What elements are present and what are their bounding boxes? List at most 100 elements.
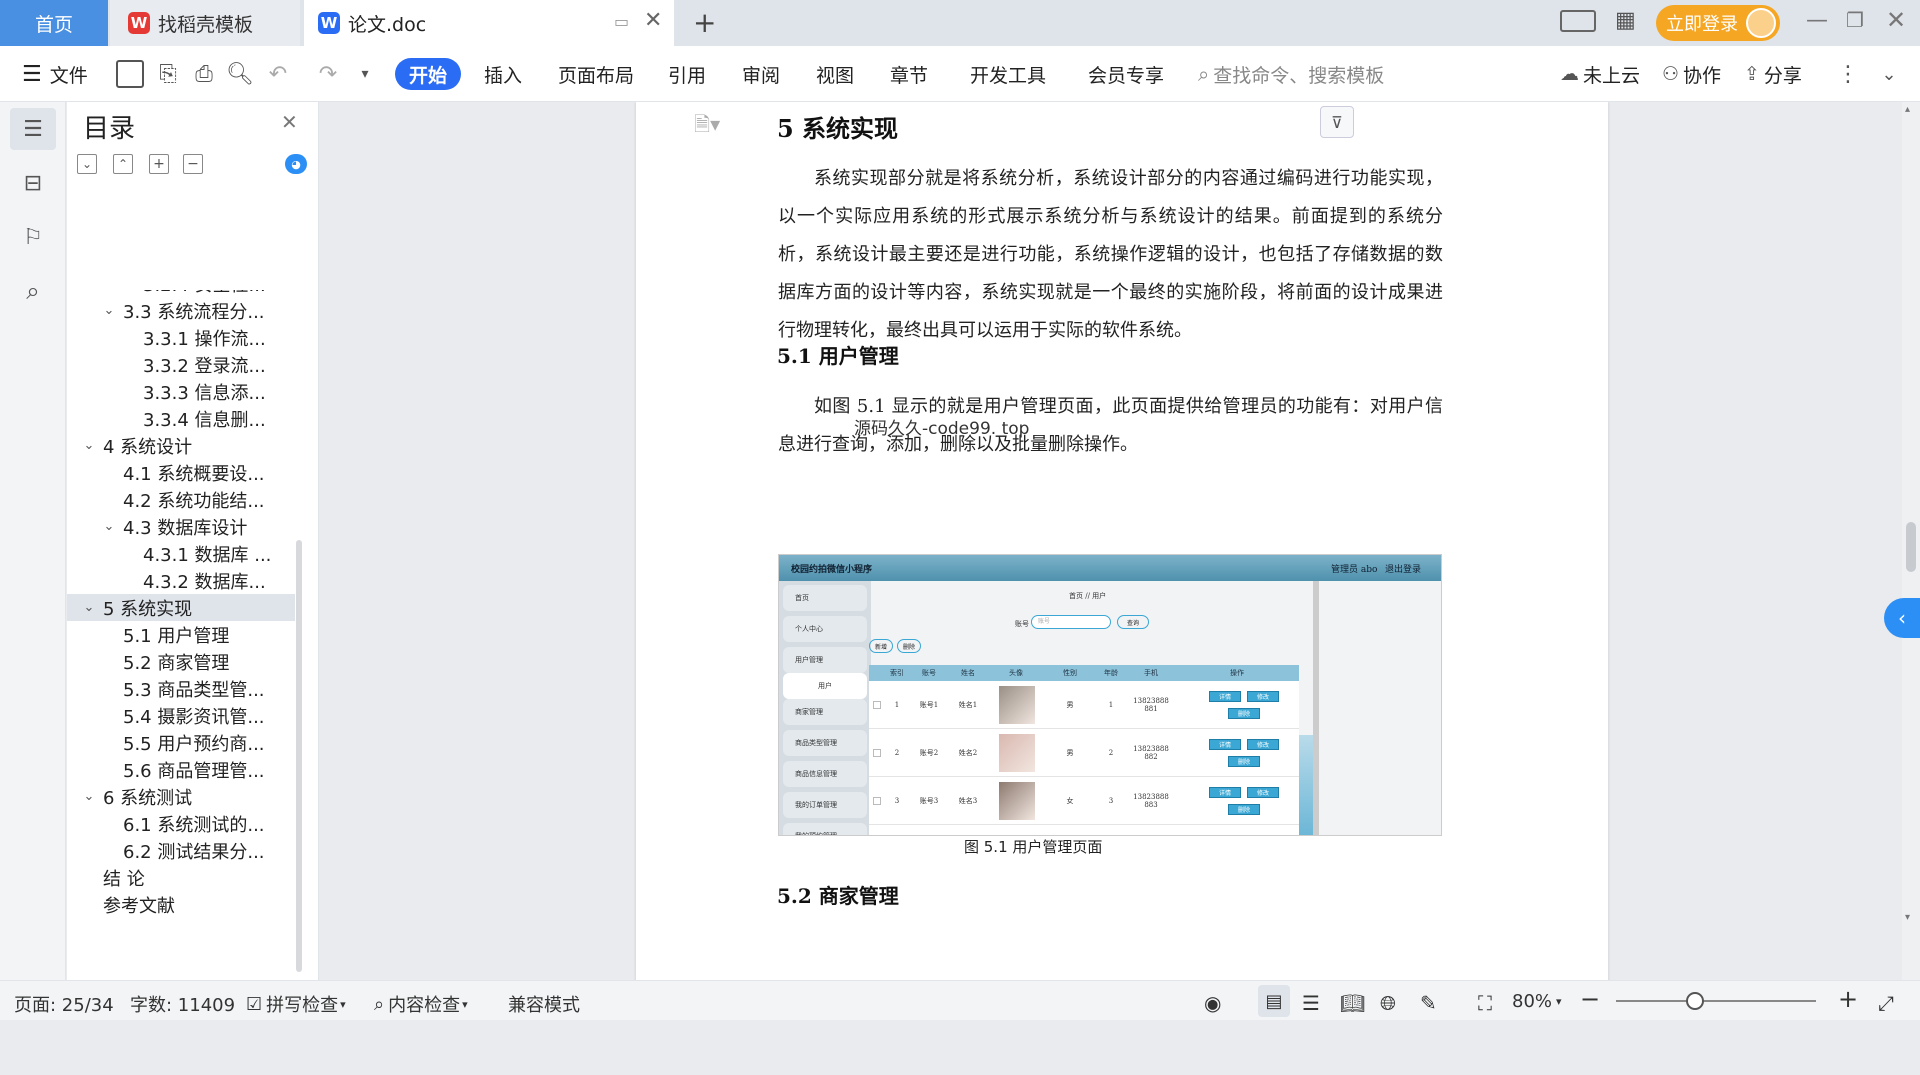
export-pdf-icon[interactable]: ⎘ <box>154 60 182 88</box>
tab-view[interactable]: 视图 <box>816 60 854 88</box>
tab-chapter[interactable]: 章节 <box>890 60 928 88</box>
bookmark-icon[interactable]: ⚐ <box>10 216 56 258</box>
print-preview-icon[interactable]: 🔍︎ <box>226 60 254 88</box>
file-menu[interactable]: ☰ 文件 <box>22 60 88 88</box>
page-indicator[interactable]: 页面: 25/34 <box>14 991 114 1017</box>
side-panel-toggle[interactable]: ‹ <box>1884 598 1920 638</box>
toc-item[interactable]: 4.3.2 数据库... <box>67 567 295 594</box>
zoom-slider-thumb[interactable] <box>1686 992 1704 1010</box>
add-level-icon[interactable]: + <box>149 154 169 174</box>
tab-review[interactable]: 审阅 <box>742 60 780 88</box>
share-button[interactable]: ⇪ 分享 <box>1744 60 1802 88</box>
close-tab-icon[interactable]: ✕ <box>644 8 662 33</box>
tab-home[interactable]: 首页 <box>0 0 108 46</box>
command-search[interactable]: ⌕ 查找命令、搜索模板 <box>1198 60 1384 88</box>
scroll-down-icon[interactable]: ▾ <box>1905 912 1910 923</box>
tab-references[interactable]: 引用 <box>668 60 706 88</box>
chapter-nav-icon[interactable]: ⊟ <box>10 162 56 204</box>
chevron-down-icon[interactable]: ⌄ <box>101 519 117 534</box>
fullscreen-icon[interactable]: ⤢ <box>1878 991 1894 1015</box>
toc-item[interactable]: ⌄ 5 系统实现 <box>67 594 295 621</box>
scroll-up-icon[interactable]: ▴ <box>1905 104 1910 115</box>
layout-icon[interactable] <box>1560 10 1596 32</box>
ai-assistant-icon[interactable]: ◕ <box>285 154 307 174</box>
pen-icon[interactable]: ✎ <box>1420 991 1437 1015</box>
more-icon[interactable]: ⋮ <box>1837 60 1859 88</box>
zoom-level[interactable]: 80% ▾ <box>1512 991 1562 1012</box>
minimize-icon[interactable]: — <box>1806 8 1828 33</box>
toc-item[interactable]: ⌄ 4 系统设计 <box>67 432 295 459</box>
toc-item[interactable]: 6.1 系统测试的... <box>67 810 295 837</box>
comment-panel-icon[interactable]: ⊽ <box>1320 106 1354 138</box>
toc-item[interactable]: 结 论 <box>67 864 295 891</box>
page-view-icon[interactable]: ▤ <box>1258 985 1290 1017</box>
toc-item[interactable]: 5.3 商品类型管... <box>67 675 295 702</box>
toc-item[interactable]: 5.6 商品管理管... <box>67 756 295 783</box>
tab-page-layout[interactable]: 页面布局 <box>558 60 634 88</box>
expand-all-icon[interactable]: ⌄ <box>77 154 97 174</box>
fit-page-icon[interactable]: ⛶ <box>1478 991 1492 1015</box>
spell-check[interactable]: ☑ 拼写检查 ▾ <box>246 991 346 1017</box>
print-icon[interactable]: ⎙ <box>190 60 218 88</box>
tab-insert[interactable]: 插入 <box>484 60 522 88</box>
tab-document[interactable]: W 论文.doc ▭ ✕ <box>304 0 674 46</box>
tab-start[interactable]: 开始 <box>395 58 461 90</box>
remove-level-icon[interactable]: − <box>183 154 203 174</box>
chevron-down-icon[interactable]: ⌄ <box>81 789 97 804</box>
paragraph-menu-icon[interactable]: 🗎▾ <box>694 110 720 144</box>
content-check[interactable]: ⌕ 内容检查 ▾ <box>374 991 468 1017</box>
close-window-icon[interactable]: ✕ <box>1886 6 1906 34</box>
collapse-ribbon-icon[interactable]: ⌄ <box>1874 60 1904 88</box>
toc-item[interactable]: ⌄ 3.3 系统流程分... <box>67 297 295 324</box>
toc-scrollbar[interactable] <box>296 540 302 972</box>
restore-icon[interactable]: ❐ <box>1846 8 1864 32</box>
chevron-down-icon[interactable]: ⌄ <box>101 303 117 318</box>
toc-item[interactable]: ⌄ 6 系统测试 <box>67 783 295 810</box>
toc-item[interactable]: 5.4 摄影资讯管... <box>67 702 295 729</box>
reading-view-icon[interactable]: 📖︎ <box>1340 991 1365 1015</box>
toc-item[interactable]: 3.3.2 登录流... <box>67 351 295 378</box>
collab-button[interactable]: ⚇ 协作 <box>1662 60 1721 88</box>
web-view-icon[interactable]: 🌐︎ <box>1380 991 1396 1015</box>
toc-item[interactable]: 5.5 用户预约商... <box>67 729 295 756</box>
toc-item[interactable]: 3.2.4 安全性... <box>67 290 295 297</box>
collapse-all-icon[interactable]: ⌃ <box>113 154 133 174</box>
vertical-scrollbar[interactable]: ▴ ▾ <box>1902 102 1920 980</box>
undo-icon[interactable]: ↶ <box>264 60 292 88</box>
toc-item[interactable]: 参考文献 <box>67 891 295 918</box>
toc-item[interactable]: 3.3.3 信息添... <box>67 378 295 405</box>
toc-item[interactable]: ⌄ 4.3 数据库设计 <box>67 513 295 540</box>
toc-item[interactable]: 3.3.1 操作流... <box>67 324 295 351</box>
close-panel-icon[interactable]: ✕ <box>281 110 298 134</box>
outline-view-icon[interactable]: ☰ <box>1302 991 1320 1015</box>
toc-item[interactable]: 5.1 用户管理 <box>67 621 295 648</box>
toc-icon[interactable]: ☰ <box>10 108 56 150</box>
search-icon[interactable]: ⌕ <box>10 270 56 312</box>
tab-developer[interactable]: 开发工具 <box>970 60 1046 88</box>
chevron-down-icon[interactable]: ▾ <box>355 60 375 88</box>
save-icon[interactable] <box>116 60 144 88</box>
chevron-down-icon[interactable]: ⌄ <box>81 600 97 615</box>
toc-item[interactable]: 6.2 测试结果分... <box>67 837 295 864</box>
apps-grid-icon[interactable]: ▦ <box>1615 8 1636 33</box>
toc-item[interactable]: 4.1 系统概要设... <box>67 459 295 486</box>
zoom-in-icon[interactable]: + <box>1838 985 1858 1013</box>
redo-icon[interactable]: ↷ <box>314 60 342 88</box>
tab-member[interactable]: 会员专享 <box>1088 60 1164 88</box>
cloud-button[interactable]: ☁ 未上云 <box>1560 60 1640 88</box>
tab-template[interactable]: W 找稻壳模板 <box>110 0 300 46</box>
zoom-out-icon[interactable]: − <box>1580 985 1600 1013</box>
scroll-thumb[interactable] <box>1906 522 1916 572</box>
word-count[interactable]: 字数: 11409 <box>130 991 235 1017</box>
toc-item[interactable]: 5.2 商家管理 <box>67 648 295 675</box>
monitor-icon[interactable]: ▭ <box>614 12 629 31</box>
eye-protection-icon[interactable]: ◉ <box>1204 991 1221 1015</box>
zoom-slider-track[interactable] <box>1616 1000 1816 1002</box>
chevron-down-icon[interactable]: ⌄ <box>81 438 97 453</box>
toc-item[interactable]: 4.2 系统功能结... <box>67 486 295 513</box>
new-tab-icon[interactable]: + <box>693 6 716 39</box>
toc-item[interactable]: 3.3.4 信息删... <box>67 405 295 432</box>
toc-item-label: 3.3.4 信息删... <box>143 409 266 431</box>
toc-item[interactable]: 4.3.1 数据库 ... <box>67 540 295 567</box>
login-button[interactable]: 立即登录 <box>1656 5 1780 41</box>
